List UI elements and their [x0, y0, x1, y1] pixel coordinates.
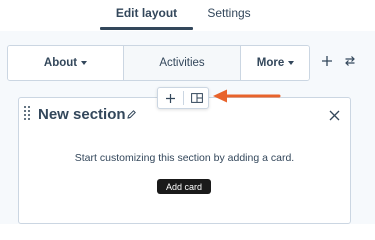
swap-icon: [345, 56, 355, 66]
plus-icon: [322, 56, 332, 66]
layout-editor: Edit layout Settings About Activities Mo…: [0, 0, 375, 224]
drag-handle-icon[interactable]: [23, 105, 31, 121]
tab-settings[interactable]: Settings: [193, 0, 265, 31]
edit-title-button[interactable]: [125, 108, 138, 121]
layout-icon: [191, 93, 203, 103]
tab-about[interactable]: About: [8, 46, 124, 80]
active-tab-indicator: [100, 27, 193, 30]
pencil-icon: [127, 110, 136, 119]
toolbar-divider: [183, 91, 184, 105]
section-layout-button[interactable]: [189, 90, 205, 106]
tab-activities-label: Activities: [159, 57, 205, 69]
tab-about-label: About: [43, 57, 78, 69]
empty-section-message: Start customizing this section by adding…: [74, 152, 295, 164]
caret-down-icon: [81, 61, 88, 65]
add-tab-button[interactable]: [318, 52, 336, 70]
add-card-button[interactable]: Add card: [157, 179, 211, 194]
tab-more-label: More: [256, 57, 285, 69]
close-section-button[interactable]: [327, 108, 341, 122]
plus-icon: [165, 93, 175, 103]
close-icon: [329, 110, 339, 120]
reorder-tabs-button[interactable]: [341, 52, 359, 70]
tab-activities[interactable]: Activities: [124, 46, 240, 80]
caret-down-icon: [288, 61, 295, 65]
tab-more[interactable]: More: [240, 46, 309, 80]
card-tab-bar: About Activities More: [7, 45, 310, 81]
editor-tabs: Edit layout Settings: [0, 0, 375, 31]
section-title: New section: [38, 106, 126, 123]
annotation-arrow: [213, 89, 281, 103]
add-section-button[interactable]: [162, 90, 178, 106]
